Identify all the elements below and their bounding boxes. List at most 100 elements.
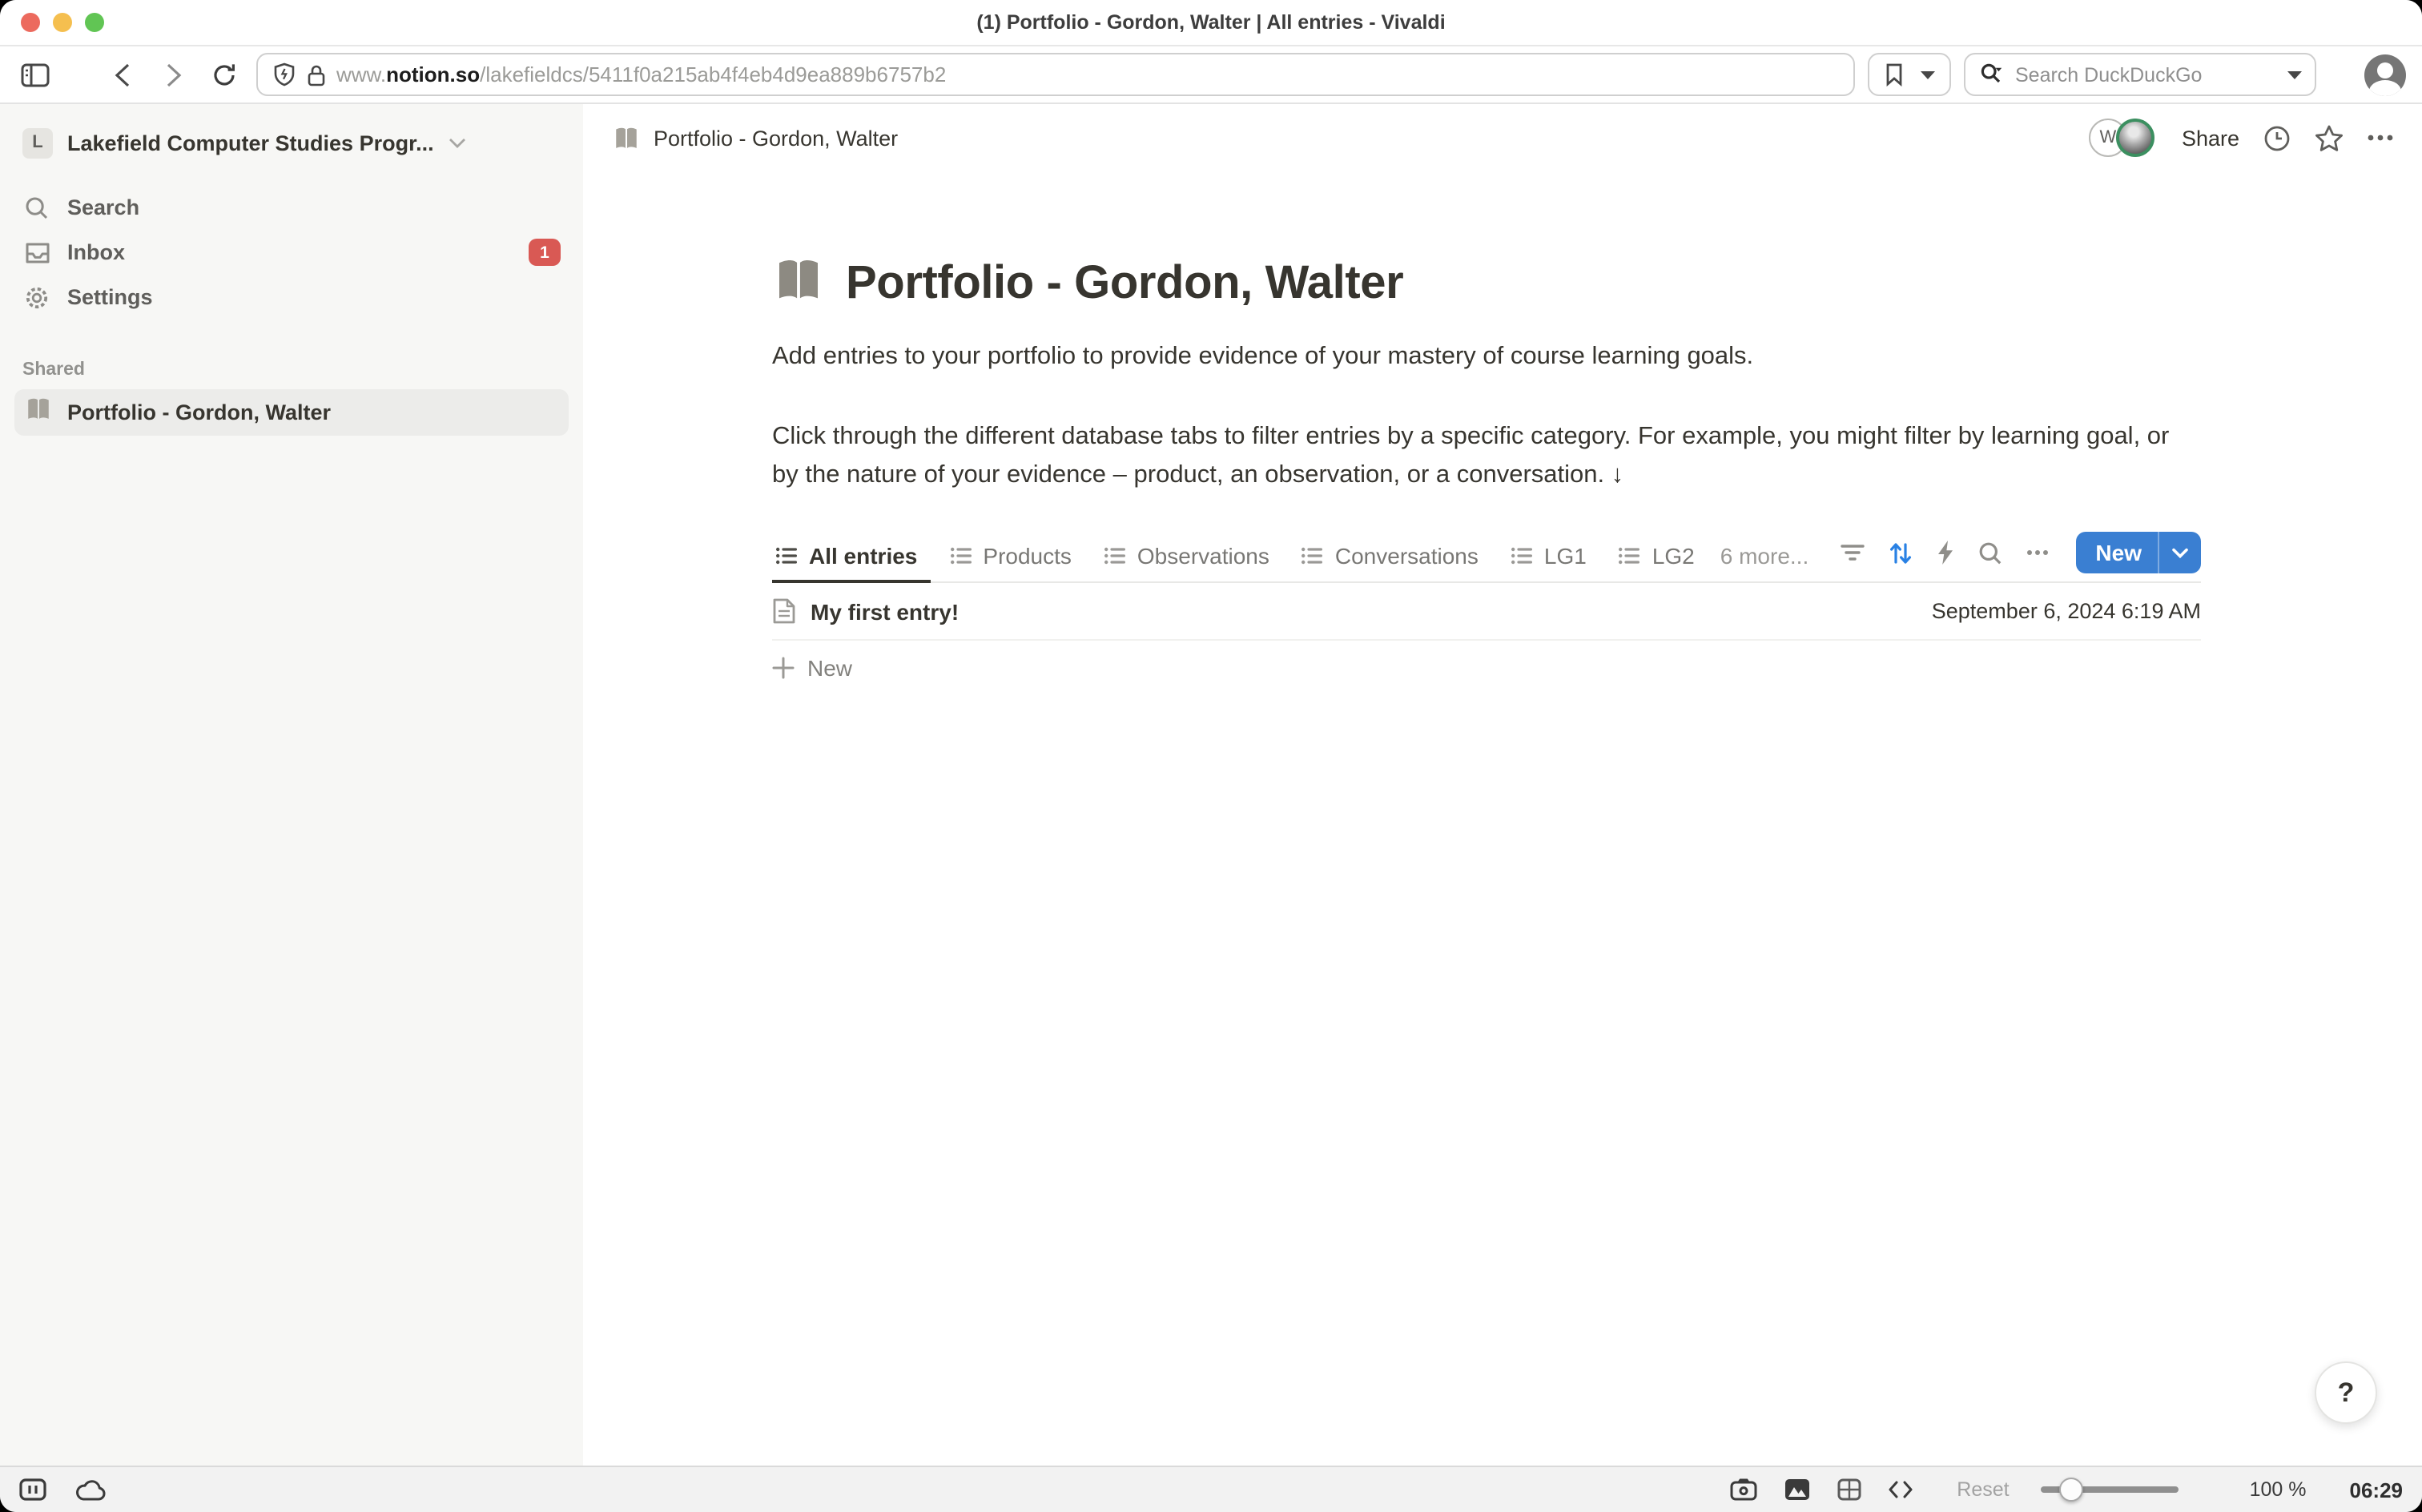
- search-icon[interactable]: [1978, 541, 2002, 565]
- zoom-button[interactable]: [85, 13, 104, 32]
- gear-icon: [22, 284, 51, 310]
- database-tabs: All entries Products Observations: [772, 529, 1821, 581]
- tab-more[interactable]: 6 more...: [1714, 529, 1822, 581]
- app-area: L Lakefield Computer Studies Progr... Se…: [0, 104, 2422, 1466]
- list-view-icon: [949, 544, 972, 566]
- sidebar-item-label: Settings: [67, 285, 561, 309]
- new-entry-button[interactable]: New: [2076, 532, 2201, 573]
- plus-icon: [772, 656, 795, 678]
- lock-icon: [306, 55, 327, 94]
- tab-label: Products: [983, 542, 1072, 568]
- entry-title[interactable]: My first entry!: [811, 598, 959, 624]
- url-domain: notion.so: [386, 62, 480, 86]
- ellipsis-icon[interactable]: [2368, 135, 2393, 141]
- collaborator-avatars[interactable]: W: [2089, 119, 2154, 157]
- tab-conversations[interactable]: Conversations: [1289, 529, 1491, 581]
- sidebar-nav: Search Inbox 1 Settings: [0, 186, 583, 319]
- code-icon[interactable]: [1888, 1480, 1912, 1499]
- share-button[interactable]: Share: [2182, 126, 2239, 150]
- notion-main: Portfolio - Gordon, Walter W Share: [583, 104, 2422, 1466]
- inbox-icon: [22, 239, 51, 265]
- reset-button[interactable]: Reset: [1957, 1478, 2009, 1501]
- breadcrumb[interactable]: Portfolio - Gordon, Walter: [612, 124, 898, 151]
- search-placeholder: Search DuckDuckGo: [2015, 63, 2275, 86]
- status-bar: Reset 100 % 06:29: [0, 1466, 2422, 1512]
- profile-avatar[interactable]: [2364, 54, 2406, 95]
- ellipsis-icon[interactable]: [2026, 549, 2049, 556]
- url-www: www.: [336, 62, 386, 86]
- entry-date[interactable]: September 6, 2024 6:19 AM: [1932, 599, 2201, 623]
- lightning-icon[interactable]: [1937, 540, 1954, 565]
- tab-label: LG2: [1652, 542, 1695, 568]
- cloud-icon[interactable]: [75, 1479, 106, 1500]
- sidebar-toggle-icon[interactable]: [16, 55, 54, 94]
- database-toolbar: New: [1841, 532, 2201, 581]
- avatar-body-shape: [2369, 79, 2401, 95]
- grid-icon[interactable]: [1837, 1478, 1861, 1501]
- zoom-slider[interactable]: [2042, 1486, 2179, 1493]
- sidebar-item-search[interactable]: Search: [13, 186, 570, 229]
- list-view-icon: [775, 544, 798, 566]
- notification-badge: 1: [529, 239, 561, 266]
- search-dropdown-icon[interactable]: [2286, 55, 2302, 94]
- search-engine-icon[interactable]: [1978, 55, 2004, 94]
- table-row[interactable]: My first entry! September 6, 2024 6:19 A…: [772, 583, 2201, 641]
- tab-lg1[interactable]: LG1: [1498, 529, 1599, 581]
- tab-lg2[interactable]: LG2: [1606, 529, 1708, 581]
- traffic-lights: [21, 13, 104, 32]
- notion-sidebar: L Lakefield Computer Studies Progr... Se…: [0, 104, 583, 1466]
- image-icon[interactable]: [1784, 1478, 1809, 1501]
- browser-toolbar: www.notion.so/lakefieldcs/5411f0a215ab4f…: [0, 46, 2422, 104]
- slider-knob[interactable]: [2059, 1478, 2083, 1502]
- forward-button[interactable]: [154, 55, 192, 94]
- url-text[interactable]: www.notion.so/lakefieldcs/5411f0a215ab4f…: [336, 62, 946, 86]
- collaborator-avatar-photo: [2116, 119, 2154, 157]
- avatar-head-shape: [2377, 62, 2393, 78]
- page-title[interactable]: Portfolio - Gordon, Walter: [846, 258, 1403, 311]
- workspace-switcher[interactable]: L Lakefield Computer Studies Progr...: [13, 119, 570, 167]
- tab-label: Observations: [1137, 542, 1269, 568]
- search-icon: [22, 195, 51, 220]
- star-icon[interactable]: [2315, 124, 2344, 151]
- page-paragraph[interactable]: Click through the different database tab…: [772, 418, 2201, 495]
- filter-icon[interactable]: [1841, 543, 1865, 562]
- tab-label: 6 more...: [1720, 542, 1809, 568]
- tab-observations[interactable]: Observations: [1091, 529, 1282, 581]
- minimize-button[interactable]: [53, 13, 72, 32]
- camera-icon[interactable]: [1729, 1478, 1756, 1501]
- screen: (1) Portfolio - Gordon, Walter | All ent…: [0, 0, 2422, 1512]
- help-button[interactable]: ?: [2315, 1361, 2377, 1424]
- bookmark-group: [1868, 53, 1951, 96]
- shield-icon[interactable]: [271, 55, 296, 94]
- browser-search-field[interactable]: Search DuckDuckGo: [1964, 53, 2316, 96]
- book-icon[interactable]: [772, 255, 825, 314]
- close-button[interactable]: [21, 13, 40, 32]
- tab-products[interactable]: Products: [936, 529, 1084, 581]
- tab-label: All entries: [809, 542, 917, 568]
- add-row-button[interactable]: New: [772, 641, 2201, 694]
- list-view-icon: [1619, 544, 1641, 566]
- zoom-level: 100 %: [2250, 1478, 2307, 1501]
- bookmark-icon[interactable]: [1884, 55, 1903, 94]
- tab-all-entries[interactable]: All entries: [772, 529, 930, 581]
- chevron-down-icon[interactable]: [2159, 547, 2201, 558]
- sidebar-item-portfolio[interactable]: Portfolio - Gordon, Walter: [14, 389, 569, 436]
- browser-window: (1) Portfolio - Gordon, Walter | All ent…: [0, 0, 2422, 1512]
- clock-icon[interactable]: [2263, 124, 2291, 151]
- tab-label: Conversations: [1335, 542, 1479, 568]
- reload-button[interactable]: [205, 55, 243, 94]
- address-bar[interactable]: www.notion.so/lakefieldcs/5411f0a215ab4f…: [256, 53, 1855, 96]
- workspace-avatar: L: [22, 127, 53, 158]
- page-paragraph[interactable]: Add entries to your portfolio to provide…: [772, 338, 2201, 376]
- sidebar-item-settings[interactable]: Settings: [13, 275, 570, 319]
- panel-toggle-icon[interactable]: [19, 1478, 46, 1501]
- sidebar-item-inbox[interactable]: Inbox 1: [13, 231, 570, 274]
- bookmark-dropdown-icon[interactable]: [1919, 55, 1935, 94]
- sort-icon[interactable]: [1889, 541, 1913, 565]
- workspace-name: Lakefield Computer Studies Progr...: [67, 131, 434, 155]
- back-button[interactable]: [103, 55, 141, 94]
- book-icon: [612, 124, 641, 151]
- notion-topbar: Portfolio - Gordon, Walter W Share: [583, 104, 2422, 171]
- page-content: Portfolio - Gordon, Walter Add entries t…: [583, 171, 2422, 1466]
- new-button-label: New: [2076, 540, 2158, 565]
